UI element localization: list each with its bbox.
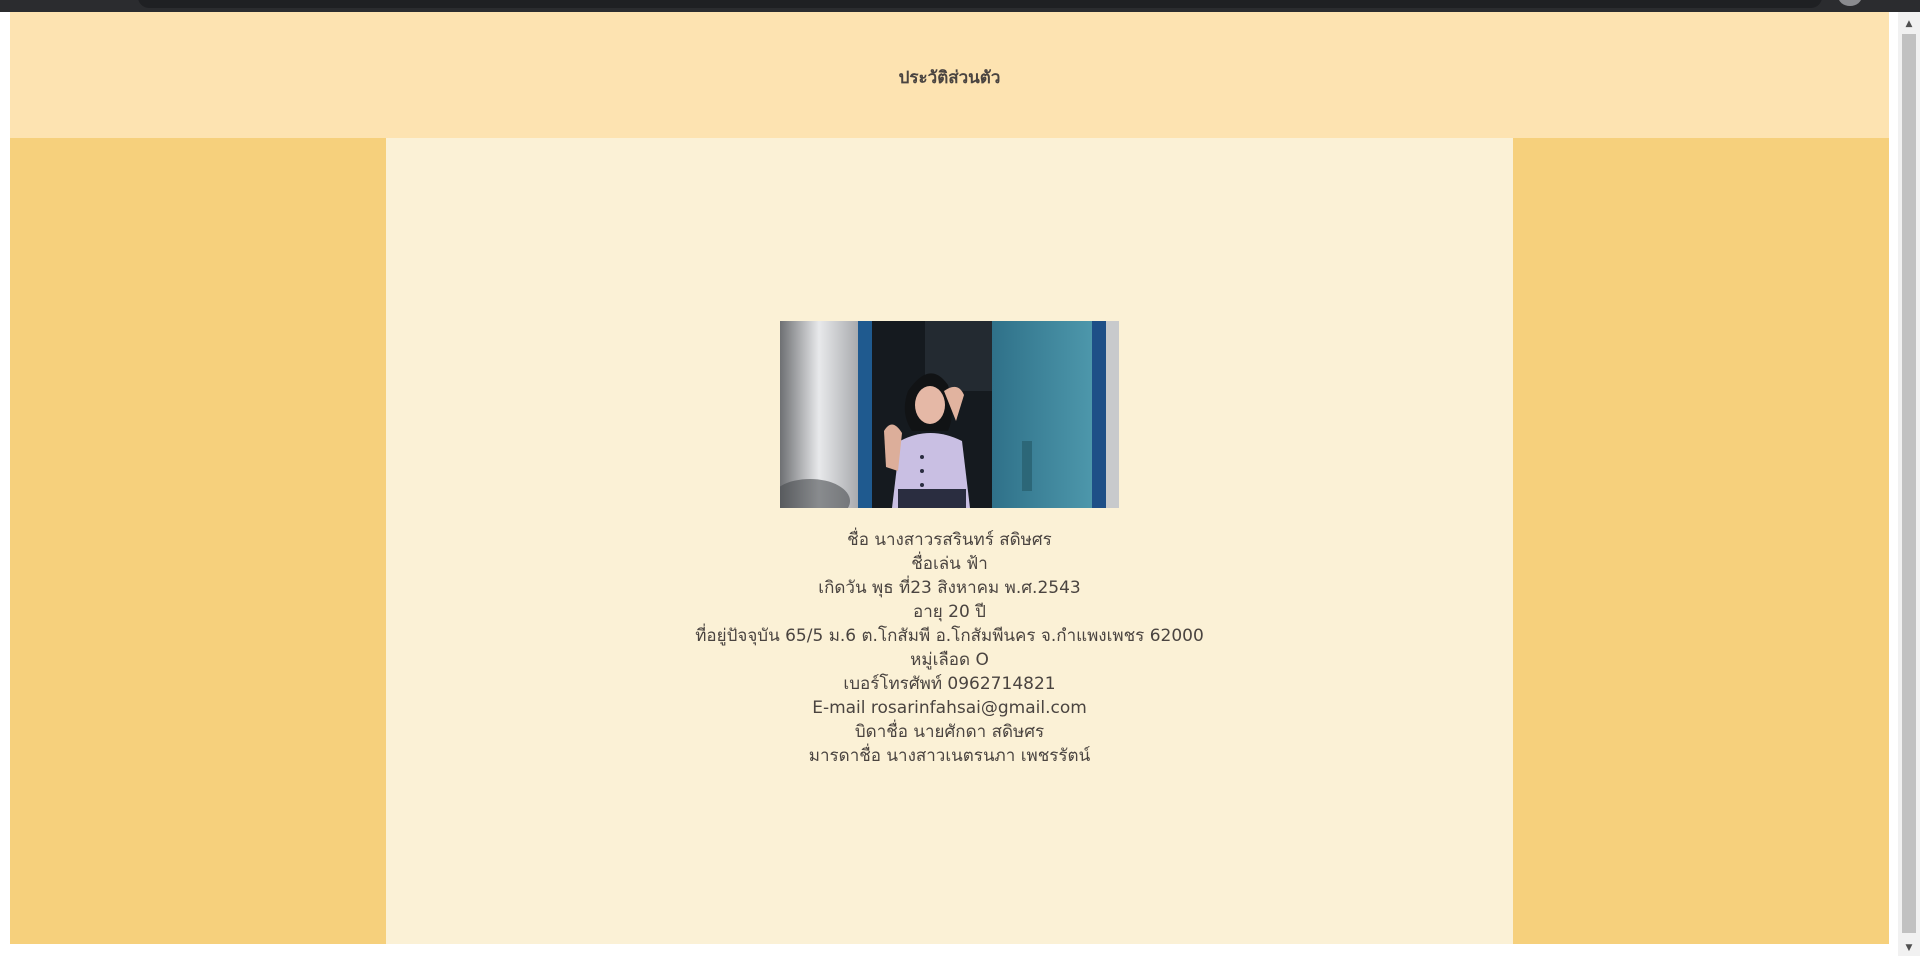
info-phone: เบอร์โทรศัพท์ 0962714821 <box>843 674 1056 694</box>
right-column <box>1513 138 1889 944</box>
triangle-down-icon[interactable]: ▼ <box>1898 940 1920 956</box>
info-address: ที่อยู่ปัจจุบัน 65/5 ม.6 ต.โกสัมพี อ.โกส… <box>695 626 1204 646</box>
vertical-scrollbar[interactable]: ▲ ▼ <box>1898 12 1920 956</box>
browser-toolbar <box>0 0 1920 12</box>
content-column: ชื่อ นางสาวรสรินทร์ สดิษศร ชื่อเล่น ฟ้า … <box>386 138 1513 944</box>
info-father: บิดาชื่อ นายศักดา สดิษศร <box>854 722 1045 742</box>
info-mother: มารดาชื่อ นางสาวเนตรนภา เพชรรัตน์ <box>808 746 1091 766</box>
info-name: ชื่อ นางสาวรสรินทร์ สดิษศร <box>847 530 1052 550</box>
profile-photo <box>780 321 1119 508</box>
address-bar[interactable] <box>138 0 1822 8</box>
left-column <box>10 138 386 944</box>
triangle-up-icon[interactable]: ▲ <box>1898 16 1920 32</box>
profile-photo-image <box>780 321 1119 508</box>
page-title: ประวัติส่วนตัว <box>898 67 1001 88</box>
info-blood-type: หมู่เลือด O <box>910 650 989 670</box>
info-age: อายุ 20 ปี <box>913 602 986 622</box>
scrollbar-thumb[interactable] <box>1902 34 1916 933</box>
info-email: E-mail rosarinfahsai@gmail.com <box>812 698 1087 718</box>
profile-info: ชื่อ นางสาวรสรินทร์ สดิษศร ชื่อเล่น ฟ้า … <box>386 528 1513 768</box>
info-birthdate: เกิดวัน พุธ ที่23 สิงหาคม พ.ศ.2543 <box>818 578 1081 598</box>
info-nickname: ชื่อเล่น ฟ้า <box>911 554 988 574</box>
page-header: ประวัติส่วนตัว <box>10 12 1889 138</box>
profile-avatar[interactable] <box>1838 0 1862 6</box>
